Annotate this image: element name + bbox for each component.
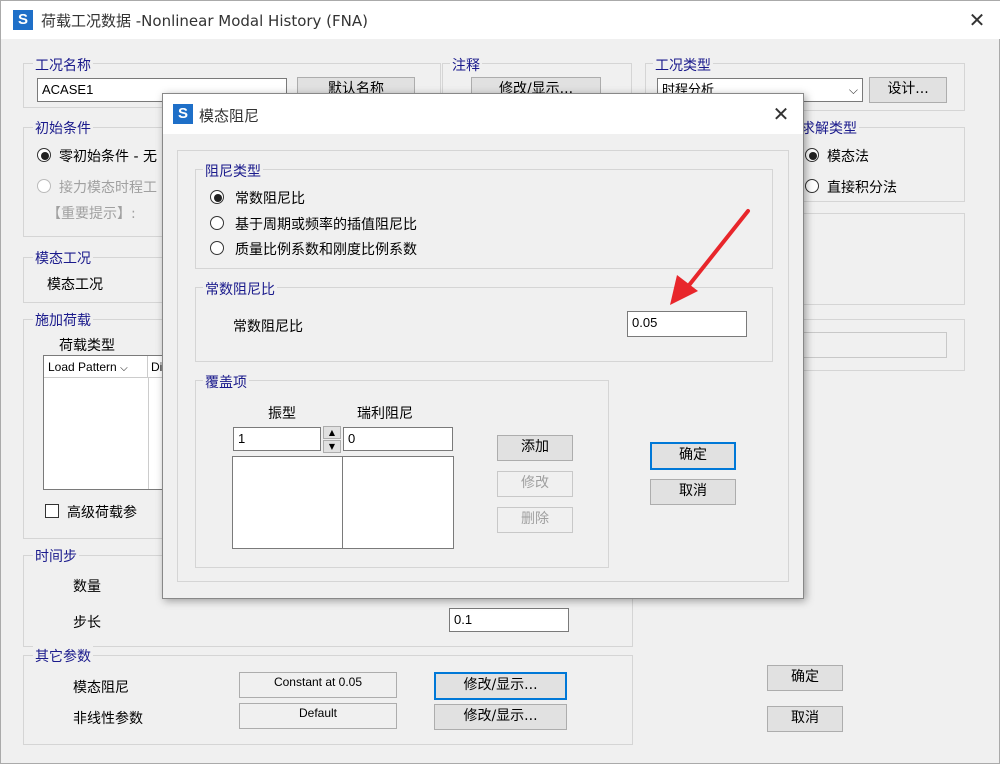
interpolated-option: 基于周期或频率的插值阻尼比	[235, 217, 417, 233]
rayleigh-input[interactable]: 0	[343, 427, 453, 451]
timestep-group-label: 时间步	[33, 546, 79, 566]
chevron-down-icon: ⌵	[120, 363, 128, 374]
step-label: 步长	[73, 615, 101, 631]
delete-button[interactable]: 删除	[497, 507, 573, 533]
damping-type-label: 阻尼类型	[203, 161, 263, 181]
solve-direct-label: 直接积分法	[827, 180, 897, 196]
modal-case-label: 模态工况	[47, 277, 103, 293]
load-type-label: 荷载类型	[59, 338, 115, 354]
modal-damping-dialog: S 模态阻尼 ✕ 阻尼类型 常数阻尼比 基于周期或频率的插值阻尼比 质量比例系数…	[162, 93, 804, 599]
notes-group-label: 注释	[450, 55, 482, 75]
case-type-group-label: 工况类型	[653, 55, 713, 75]
nonlinear-label: 非线性参数	[73, 711, 143, 727]
override-group-label: 覆盖项	[203, 372, 249, 392]
constant-ratio-radio[interactable]	[210, 190, 224, 204]
initial-conditions-label: 初始条件	[33, 118, 93, 138]
app-logo-icon: S	[173, 104, 193, 124]
dropdown-arrow-icon: ⌵	[848, 83, 858, 97]
main-titlebar: S 荷载工况数据 -Nonlinear Modal History (FNA) …	[1, 1, 1000, 39]
constant-ratio-group-label: 常数阻尼比	[203, 279, 277, 299]
window-title: 荷载工况数据 -Nonlinear Modal History (FNA)	[41, 12, 368, 30]
main-cancel-button[interactable]: 取消	[767, 706, 843, 732]
other-params-group	[23, 655, 633, 745]
advanced-load-checkbox[interactable]	[45, 504, 59, 518]
nonlinear-value: Default	[239, 703, 397, 729]
nonlinear-modify-button[interactable]: 修改/显示...	[434, 704, 567, 730]
other-params-label: 其它参数	[33, 646, 93, 666]
mass-stiffness-radio[interactable]	[210, 241, 224, 255]
modal-case-group-label: 模态工况	[33, 248, 93, 268]
initial-zero-label: 零初始条件 - 无	[59, 149, 157, 165]
right-readonly-field	[801, 332, 947, 358]
main-ok-button[interactable]: 确定	[767, 665, 843, 691]
override-list-divider	[342, 457, 343, 548]
solve-type-label: 求解类型	[799, 118, 859, 138]
mode-header: 振型	[268, 406, 296, 422]
load-table[interactable]: Load Pattern ⌵ Di	[43, 355, 167, 490]
dialog-ok-button[interactable]: 确定	[650, 442, 736, 470]
load-table-divider	[148, 378, 149, 489]
important-hint: 【重要提示】:	[47, 206, 136, 222]
initial-continue-radio[interactable]	[37, 179, 51, 193]
spin-down-icon[interactable]: ▼	[323, 440, 341, 453]
rayleigh-header: 瑞利阻尼	[357, 406, 413, 422]
load-pattern-header[interactable]: Load Pattern ⌵	[44, 356, 148, 378]
advanced-load-label: 高级荷载参	[67, 505, 137, 521]
app-logo-icon: S	[13, 10, 33, 30]
design-button[interactable]: 设计...	[869, 77, 947, 103]
dialog-titlebar: S 模态阻尼 ✕	[163, 94, 803, 134]
load-pattern-header-text: Load Pattern	[48, 360, 117, 374]
interpolated-radio[interactable]	[210, 216, 224, 230]
solve-modal-label: 模态法	[827, 149, 869, 165]
modal-damping-modify-button[interactable]: 修改/显示...	[434, 672, 567, 700]
constant-ratio-label: 常数阻尼比	[233, 319, 303, 335]
override-list[interactable]	[232, 456, 454, 549]
solve-direct-radio[interactable]	[805, 179, 819, 193]
modal-damping-label: 模态阻尼	[73, 680, 129, 696]
add-button[interactable]: 添加	[497, 435, 573, 461]
solve-modal-radio[interactable]	[805, 148, 819, 162]
initial-zero-radio[interactable]	[37, 148, 51, 162]
case-name-group-label: 工况名称	[33, 55, 93, 75]
step-input[interactable]: 0.1	[449, 608, 569, 632]
modify-button[interactable]: 修改	[497, 471, 573, 497]
close-icon[interactable]: ✕	[769, 102, 793, 126]
close-icon[interactable]: ✕	[965, 8, 989, 32]
red-arrow-icon	[670, 209, 750, 305]
spin-up-icon[interactable]: ▲	[323, 426, 341, 439]
count-label: 数量	[73, 579, 101, 595]
dialog-title: 模态阻尼	[199, 107, 260, 125]
loads-group-label: 施加荷载	[33, 310, 93, 330]
constant-ratio-option: 常数阻尼比	[235, 191, 305, 207]
mass-stiffness-option: 质量比例系数和刚度比例系数	[235, 242, 417, 258]
modal-damping-value: Constant at 0.05	[239, 672, 397, 698]
mode-input[interactable]: 1	[233, 427, 321, 451]
initial-continue-label: 接力模态时程工	[59, 180, 157, 196]
dialog-cancel-button[interactable]: 取消	[650, 479, 736, 505]
